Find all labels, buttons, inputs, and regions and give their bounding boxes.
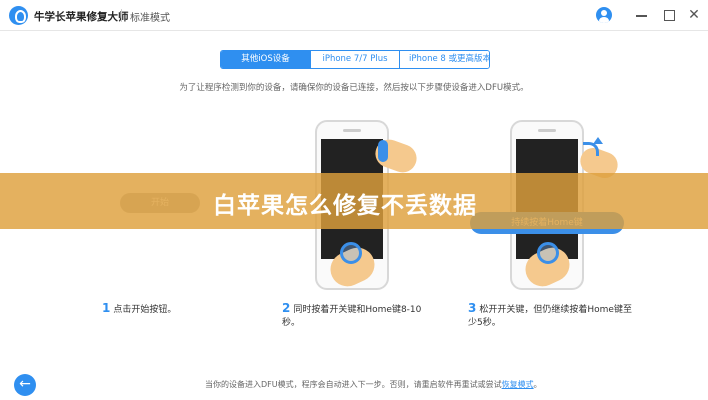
user-avatar-icon[interactable] <box>596 7 612 23</box>
home-button-highlight-icon <box>340 242 362 264</box>
step-text: 松开开关键，但仍继续按着Home键至少5秒。 <box>468 305 632 328</box>
step-text: 点击开始按钮。 <box>113 305 177 315</box>
app-title: 牛学长苹果修复大师 <box>34 11 129 23</box>
step-text: 同时按着开关键和Home键8-10秒。 <box>282 305 422 328</box>
mode-label: 标准模式 <box>130 13 170 24</box>
maximize-button[interactable] <box>659 5 679 25</box>
back-button[interactable]: ← <box>14 374 36 396</box>
power-button-highlight-icon <box>378 140 388 162</box>
title-divider <box>121 9 122 22</box>
step-number: 2 <box>282 301 291 315</box>
title-bar: 牛学长苹果修复大师 标准模式 ✕ <box>0 0 708 31</box>
footer-hint: 当你的设备进入DFU模式，程序会自动进入下一步。否则，请重启软件再重试或尝试恢复… <box>205 379 542 390</box>
banner-title: 白苹果怎么修复不丢数据 <box>213 193 477 219</box>
device-tabs: 其他iOS设备 iPhone 7/7 Plus iPhone 8 或更高版本 <box>220 50 490 69</box>
step-1: 1 点击开始按钮。 <box>102 302 222 317</box>
home-button-highlight-icon <box>537 242 559 264</box>
step-number: 1 <box>102 301 111 315</box>
release-arrow-icon <box>583 137 603 156</box>
minimize-button[interactable] <box>632 5 652 25</box>
instruction-text: 为了让程序检测到你的设备，请确保你的设备已连接，然后按以下步骤使设备进入DFU模… <box>179 83 529 93</box>
app-logo-icon <box>9 6 28 25</box>
tab-iphone8[interactable]: iPhone 8 或更高版本 <box>399 51 489 68</box>
footer-end: 。 <box>533 380 542 389</box>
footer-text: 当你的设备进入DFU模式，程序会自动进入下一步。否则，请重启软件再重试或尝试 <box>205 380 502 389</box>
tab-iphone7[interactable]: iPhone 7/7 Plus <box>310 51 399 68</box>
recovery-mode-link[interactable]: 恢复模式 <box>502 380 534 389</box>
step-3: 3 松开开关键，但仍继续按着Home键至少5秒。 <box>468 302 638 330</box>
step-number: 3 <box>468 301 477 315</box>
close-button[interactable]: ✕ <box>684 5 704 25</box>
tab-other-ios[interactable]: 其他iOS设备 <box>221 51 310 68</box>
step-2: 2 同时按着开关键和Home键8-10秒。 <box>282 302 432 330</box>
